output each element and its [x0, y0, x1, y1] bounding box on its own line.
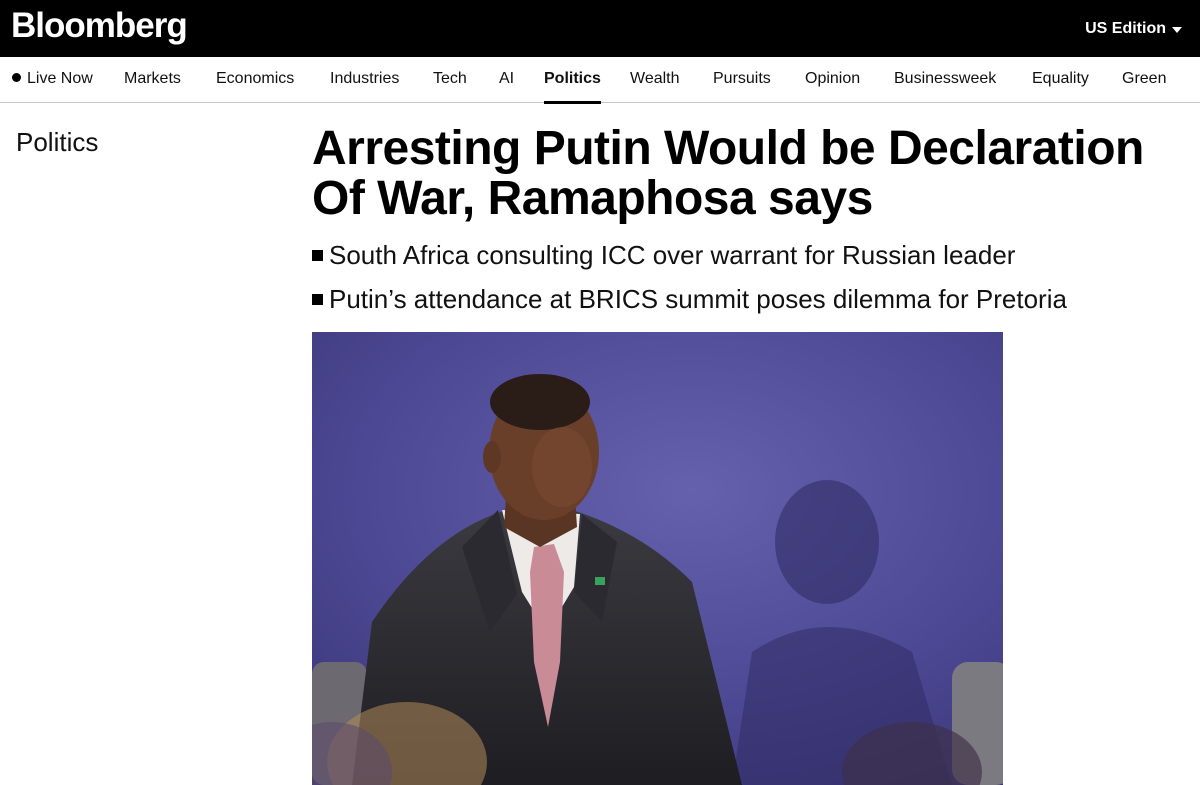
summary-bullet-text: Putin’s attendance at BRICS summit poses… — [329, 284, 1067, 314]
live-dot-icon — [12, 73, 21, 82]
nav-item-wealth[interactable]: Wealth — [630, 70, 680, 103]
bullet-square-icon — [312, 293, 323, 305]
nav-item-green[interactable]: Green — [1122, 70, 1166, 103]
nav-item-economics[interactable]: Economics — [216, 70, 294, 103]
photo-illustration — [312, 332, 1003, 785]
caret-down-icon — [1172, 27, 1182, 33]
nav-item-businessweek[interactable]: Businessweek — [894, 70, 996, 103]
nav-item-live-now[interactable]: Live Now — [12, 70, 93, 103]
nav-item-pursuits[interactable]: Pursuits — [713, 70, 771, 103]
nav-item-tech[interactable]: Tech — [433, 70, 467, 103]
summary-bullet: Putin’s attendance at BRICS summit poses… — [312, 277, 1192, 321]
nav-item-opinion[interactable]: Opinion — [805, 70, 860, 103]
nav-item-ai[interactable]: AI — [499, 70, 514, 103]
nav-label: Live Now — [27, 70, 93, 87]
nav-item-politics[interactable]: Politics — [544, 70, 601, 104]
article-lead-photo — [312, 332, 1003, 785]
nav-item-equality[interactable]: Equality — [1032, 70, 1089, 103]
section-label[interactable]: Politics — [16, 127, 98, 158]
edition-selector[interactable]: US Edition — [1085, 20, 1182, 38]
article-headline: Arresting Putin Would be Declaration Of … — [312, 122, 1144, 225]
nav-item-industries[interactable]: Industries — [330, 70, 399, 103]
article-summary-bullets: South Africa consulting ICC over warrant… — [312, 233, 1192, 321]
nav-item-markets[interactable]: Markets — [124, 70, 181, 103]
summary-bullet-text: South Africa consulting ICC over warrant… — [329, 240, 1016, 270]
summary-bullet: South Africa consulting ICC over warrant… — [312, 233, 1192, 277]
bullet-square-icon — [312, 249, 323, 261]
bloomberg-logo[interactable]: Bloomberg — [11, 6, 188, 46]
section-nav: Live Now Markets Economics Industries Te… — [0, 57, 1200, 104]
edition-label: US Edition — [1085, 20, 1166, 37]
top-bar: Bloomberg US Edition — [0, 0, 1200, 57]
